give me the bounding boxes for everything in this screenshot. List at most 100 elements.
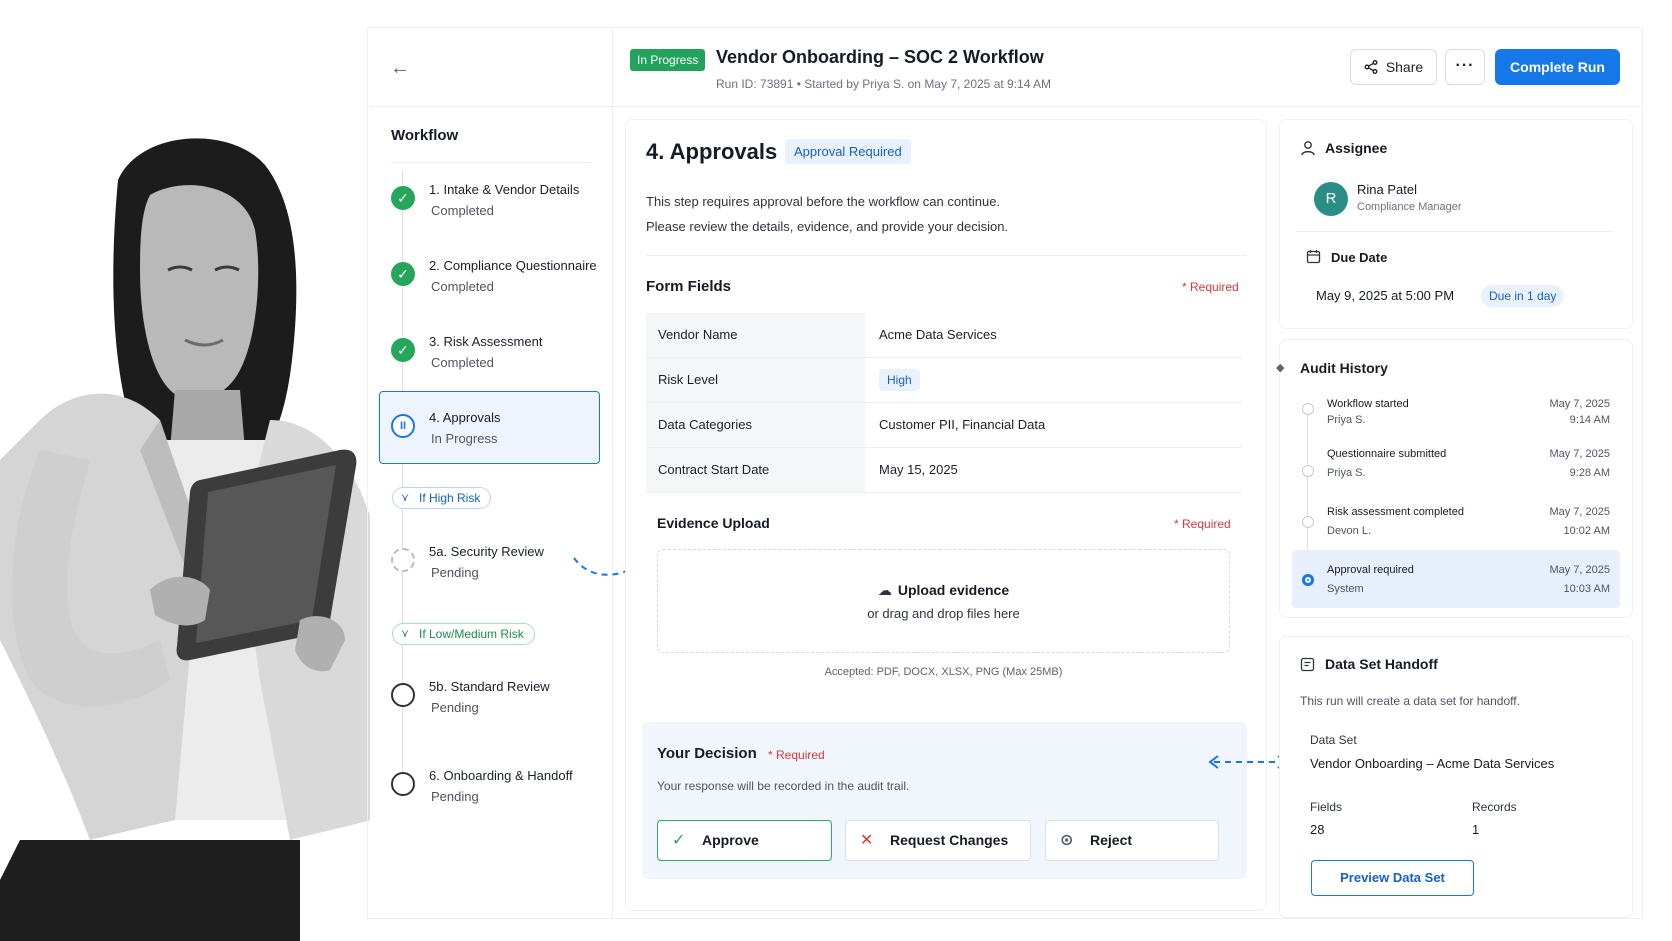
table-row: Vendor Name Acme Data Services <box>646 313 1242 358</box>
sidebar-title: Workflow <box>391 127 459 144</box>
complete-run-button[interactable]: Complete Run <box>1495 49 1620 85</box>
audit-time: 9:14 AM <box>1569 414 1610 426</box>
risk-level-badge: High <box>879 369 920 391</box>
dataset-value: Vendor Onboarding – Acme Data Services <box>1310 756 1555 771</box>
step-label: 5a. Security Review <box>429 544 544 559</box>
dashed-double-arrow-icon <box>1208 755 1288 769</box>
approve-label: Approve <box>702 832 759 848</box>
form-fields-table: Vendor Name Acme Data Services Risk Leve… <box>646 313 1242 493</box>
step-label: 3. Risk Assessment <box>429 334 543 349</box>
audit-actor: System <box>1327 583 1364 595</box>
share-button[interactable]: Share <box>1350 49 1437 85</box>
assignee-name: Rina Patel <box>1357 182 1417 197</box>
branch-tag-high-risk: ⋎ If High Risk <box>392 487 492 509</box>
step-status: Completed <box>431 203 494 218</box>
table-row: Data Categories Customer PII, Financial … <box>646 403 1242 448</box>
audit-actor: Priya S. <box>1327 467 1366 479</box>
audit-item: Risk assessment completed Devon L. May 7… <box>1292 498 1620 556</box>
circle-dot-icon: ⊙ <box>1060 832 1074 849</box>
step-description-line-2: Please review the details, evidence, and… <box>646 219 1009 234</box>
decision-title: Your Decision <box>657 745 757 762</box>
table-row: Risk Level High <box>646 358 1242 403</box>
branch-label: If High Risk <box>419 491 481 505</box>
timeline-active-dot-icon <box>1302 574 1314 586</box>
request-changes-label: Request Changes <box>890 832 1009 848</box>
sidebar-divider <box>612 28 613 918</box>
check-icon: ✓ <box>672 832 686 849</box>
step-status: Pending <box>431 789 479 804</box>
step-label: 4. Approvals <box>429 410 501 425</box>
records-label: Records <box>1472 800 1517 814</box>
page-title: Vendor Onboarding – SOC 2 Workflow <box>716 47 1044 67</box>
header-divider <box>370 106 1642 107</box>
upload-title-label: Upload evidence <box>897 582 1010 598</box>
back-arrow-icon[interactable]: ← <box>388 56 412 80</box>
audit-item: Questionnaire submitted Priya S. May 7, … <box>1292 440 1620 498</box>
preview-data-set-button[interactable]: Preview Data Set <box>1311 860 1474 896</box>
audit-event: Approval required <box>1327 564 1414 576</box>
upload-title: ☁ Upload evidence <box>658 582 1229 599</box>
collapse-caret-icon[interactable]: ◆ <box>1276 361 1284 374</box>
accepted-formats: Accepted: PDF, DOCX, XLSX, PNG (Max 25MB… <box>824 666 1063 678</box>
due-soon-badge: Due in 1 day <box>1481 285 1565 307</box>
audit-actor: Priya S. <box>1327 414 1366 426</box>
step-status: Completed <box>431 279 494 294</box>
step-label: 1. Intake & Vendor Details <box>429 182 580 197</box>
approve-button[interactable]: ✓ Approve <box>657 820 832 861</box>
audit-event: Workflow started <box>1327 398 1409 410</box>
branch-icon: ⋎ <box>401 628 410 640</box>
field-value: May 15, 2025 <box>879 462 958 477</box>
reject-button[interactable]: ⊙ Reject <box>1045 820 1219 861</box>
dataset-icon <box>1300 657 1315 672</box>
step-description-line-1: This step requires approval before the w… <box>646 194 1001 209</box>
reject-label: Reject <box>1090 832 1133 848</box>
cloud-upload-icon: ☁ <box>877 582 892 598</box>
check-icon: ✓ <box>391 262 415 286</box>
share-icon <box>1364 60 1378 74</box>
upload-dropzone[interactable]: ☁ Upload evidence or drag and drop files … <box>657 549 1230 653</box>
more-options-button[interactable]: ··· <box>1445 49 1485 85</box>
audit-date: May 7, 2025 <box>1549 448 1610 460</box>
field-value: Acme Data Services <box>879 327 997 342</box>
upload-subtitle: or drag and drop files here <box>867 606 1020 621</box>
audit-date: May 7, 2025 <box>1549 506 1610 518</box>
pause-icon: II <box>391 414 415 438</box>
fields-value: 28 <box>1310 822 1325 837</box>
audit-time: 10:03 AM <box>1563 583 1610 595</box>
dataset-label: Data Set <box>1310 733 1357 747</box>
timeline-dot-icon <box>1302 465 1314 477</box>
pending-dashed-circle-icon <box>391 548 415 572</box>
step-title: 4. Approvals <box>646 139 778 164</box>
check-icon: ✓ <box>391 338 415 362</box>
handoff-description: This run will create a data set for hand… <box>1300 694 1520 708</box>
step-status: Pending <box>431 565 479 580</box>
audit-history-title: Audit History <box>1300 360 1388 376</box>
audit-event: Questionnaire submitted <box>1327 448 1447 460</box>
branch-label: If Low/Medium Risk <box>419 627 524 641</box>
assignee-role: Compliance Manager <box>1357 201 1462 213</box>
x-icon: ✕ <box>860 832 874 849</box>
step-status: Pending <box>431 700 479 715</box>
audit-item-current: Approval required System May 7, 2025 10:… <box>1292 550 1620 608</box>
evidence-upload-title: Evidence Upload <box>657 515 770 531</box>
field-key: Contract Start Date <box>646 448 865 492</box>
audit-time: 9:28 AM <box>1569 467 1610 479</box>
approval-required-badge: Approval Required <box>785 139 911 164</box>
status-badge: In Progress <box>630 49 706 71</box>
step-label: 5b. Standard Review <box>429 679 550 694</box>
table-row: Contract Start Date May 15, 2025 <box>646 448 1242 493</box>
step-status: In Progress <box>431 431 498 446</box>
due-date-title: Due Date <box>1331 250 1388 265</box>
request-changes-button[interactable]: ✕ Request Changes <box>845 820 1031 861</box>
audit-event: Risk assessment completed <box>1327 506 1464 518</box>
records-value: 1 <box>1472 822 1480 837</box>
field-key: Data Categories <box>646 403 865 447</box>
user-icon <box>1301 141 1315 156</box>
section-divider <box>646 255 1246 256</box>
decision-subtitle: Your response will be recorded in the au… <box>657 779 910 793</box>
share-label: Share <box>1385 59 1424 75</box>
required-marker: * Required <box>768 748 825 762</box>
audit-actor: Devon L. <box>1327 525 1372 537</box>
handoff-title: Data Set Handoff <box>1325 656 1438 672</box>
pending-circle-icon <box>391 683 415 707</box>
